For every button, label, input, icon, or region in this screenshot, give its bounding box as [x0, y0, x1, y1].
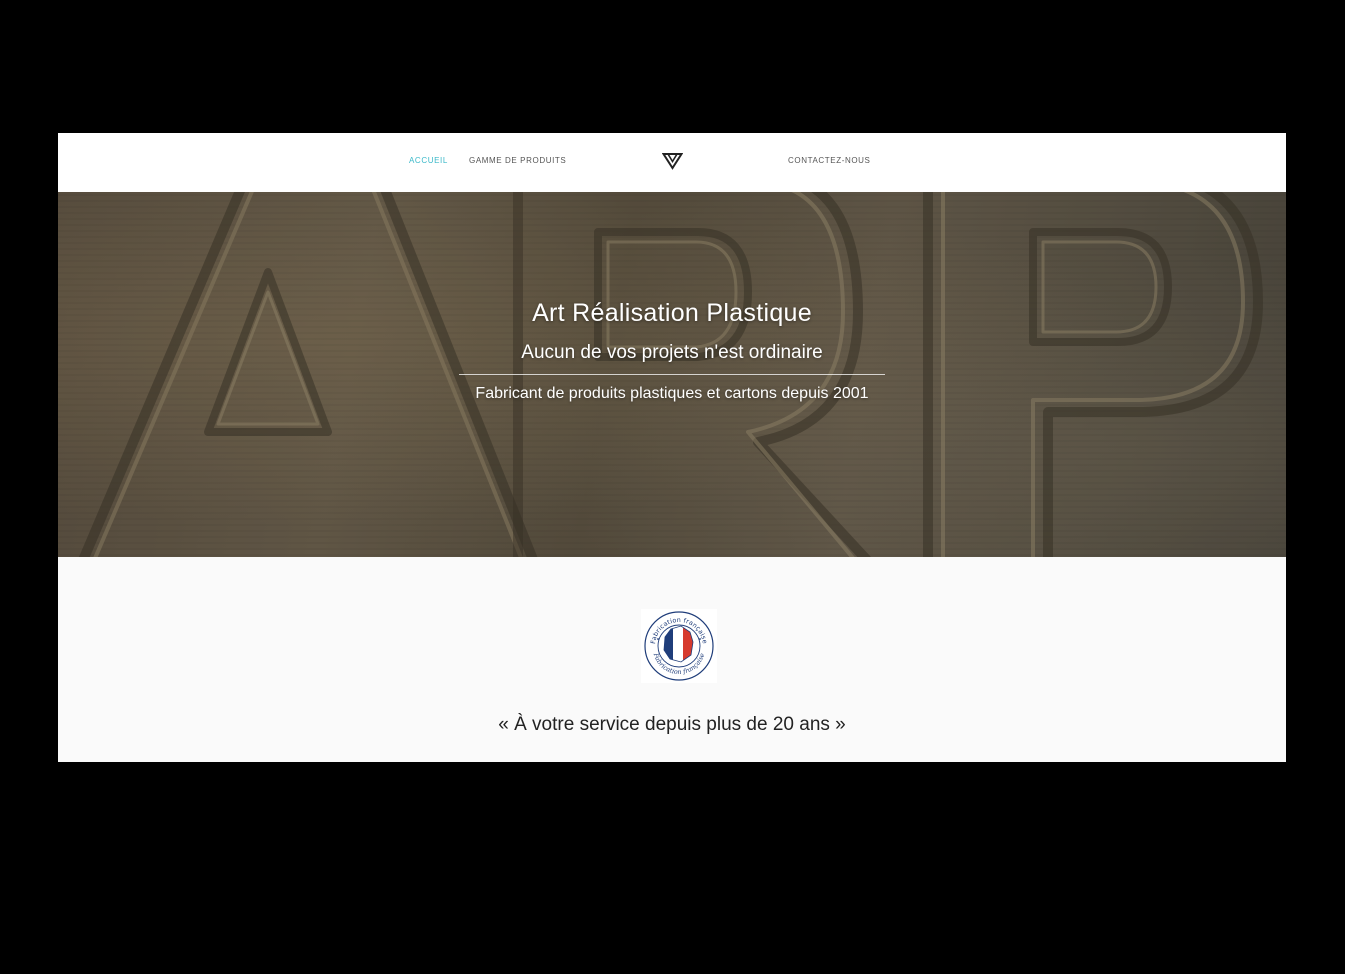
france-flag-map-icon: Fabrication française Fabrication frança… [644, 611, 714, 681]
hero-tagline: Fabricant de produits plastiques et cart… [475, 385, 869, 402]
fabrication-francaise-badge: Fabrication française Fabrication frança… [641, 609, 717, 683]
nav-gamme-de-produits[interactable]: GAMME DE PRODUITS [469, 156, 566, 165]
top-navigation: ACCUEIL GAMME DE PRODUITS CONTACTEZ-NOUS [58, 133, 1286, 192]
triangle-logo-icon [661, 153, 684, 170]
nav-contactez-nous[interactable]: CONTACTEZ-NOUS [788, 156, 870, 165]
hero-subtitle: Aucun de vos projets n'est ordinaire [521, 342, 823, 363]
hero-title: Art Réalisation Plastique [532, 299, 812, 327]
hero-banner: Art Réalisation Plastique Aucun de vos p… [58, 192, 1286, 557]
nav-accueil[interactable]: ACCUEIL [409, 156, 448, 165]
service-quote: « À votre service depuis plus de 20 ans … [498, 714, 846, 735]
site-frame: ACCUEIL GAMME DE PRODUITS CONTACTEZ-NOUS [58, 133, 1286, 762]
hero-divider [459, 374, 885, 375]
home-logo-link[interactable] [661, 152, 684, 170]
